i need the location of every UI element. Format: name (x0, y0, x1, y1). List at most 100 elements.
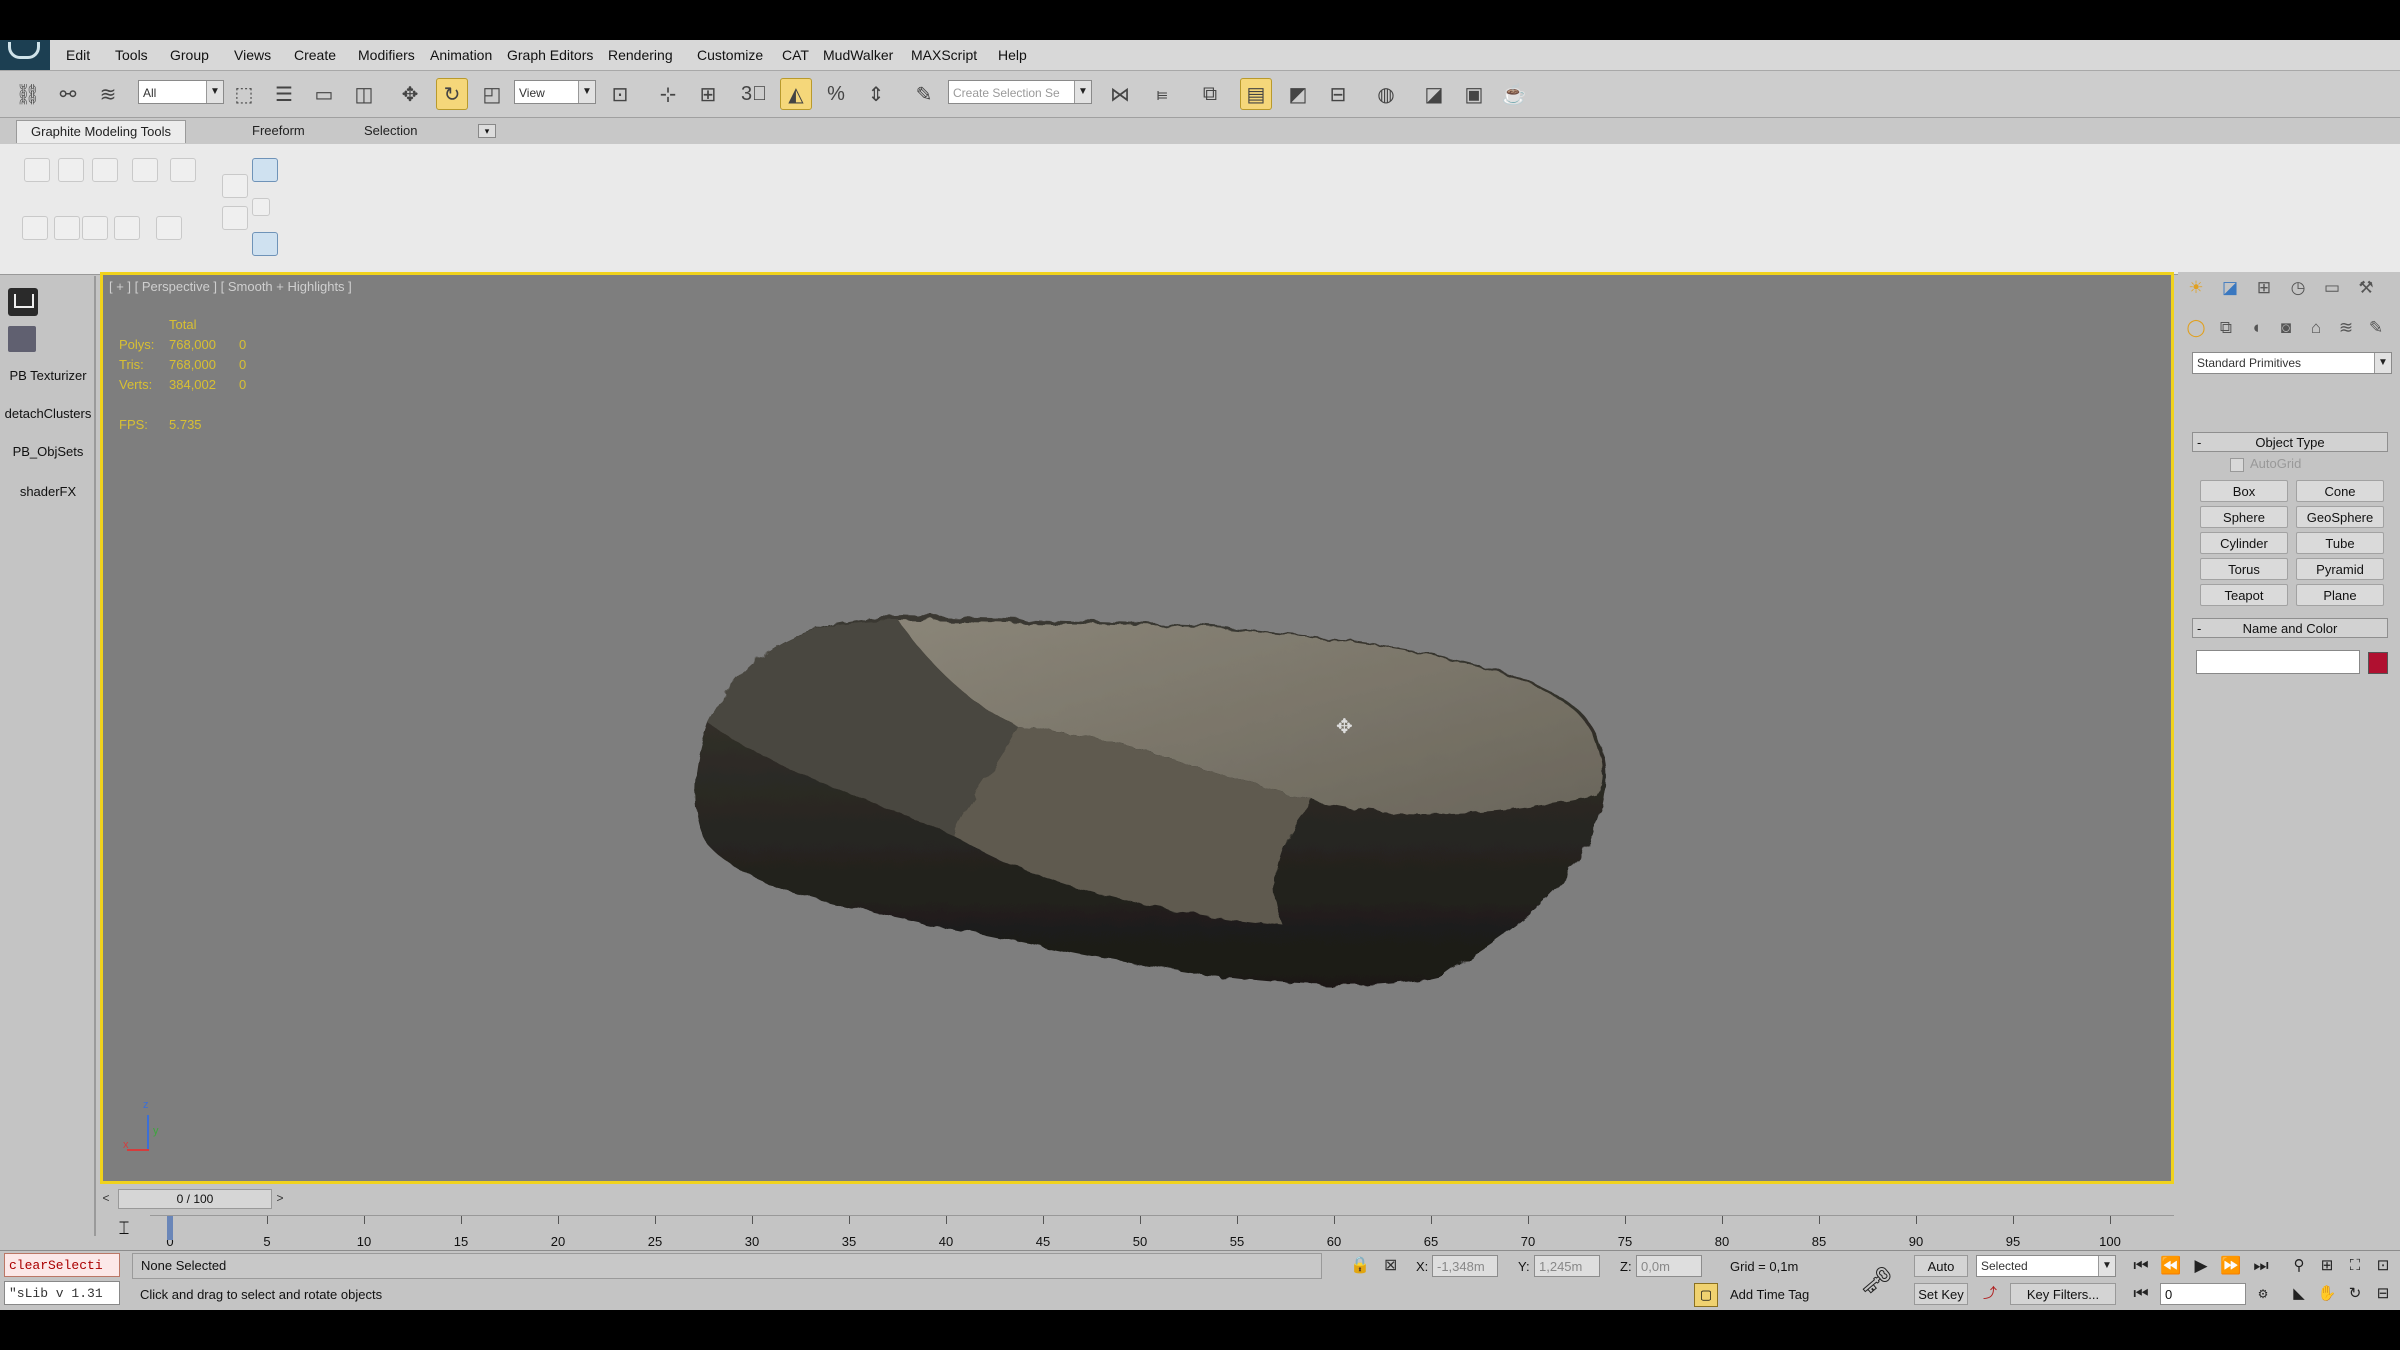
menu-graph-editors[interactable]: Graph Editors (507, 47, 593, 63)
unhide-icon[interactable] (222, 206, 248, 230)
snaps-toggle-icon[interactable]: 3⃝ (738, 78, 770, 110)
object-category-dropdown[interactable]: Standard Primitives ▼ (2192, 352, 2392, 374)
left-item-pb-objsets[interactable]: PB_ObjSets (0, 444, 96, 459)
object-color-swatch[interactable] (2368, 652, 2388, 674)
set-key-mode-icon[interactable]: 🗝 (1860, 1265, 1893, 1296)
vertex-mode-icon[interactable] (24, 158, 50, 182)
previous-frame-icon[interactable]: ⏪ (2158, 1255, 2184, 1277)
perspective-viewport[interactable]: [ + ] [ Perspective ] [ Smooth + Highlig… (100, 272, 2174, 1184)
menu-cat[interactable]: CAT (782, 47, 809, 63)
object-type-rollout-header[interactable]: - Object Type (2192, 432, 2388, 452)
go-to-end-icon[interactable]: ⏭ (2248, 1255, 2274, 1277)
tab-selection[interactable]: Selection (350, 120, 431, 142)
time-slider-thumb[interactable]: 0 / 100 (118, 1189, 272, 1209)
current-frame-marker[interactable] (167, 1216, 173, 1240)
next-frame-icon[interactable]: ⏩ (2218, 1255, 2244, 1277)
field-of-view-icon[interactable]: ◣ (2286, 1283, 2312, 1305)
key-filters-button[interactable]: Key Filters... (2010, 1283, 2116, 1305)
menu-tools[interactable]: Tools (115, 47, 148, 63)
maxscript-listener-input[interactable]: clearSelecti (4, 1253, 120, 1277)
cylinder-button[interactable]: Cylinder (2200, 532, 2288, 554)
object-name-input[interactable] (2196, 650, 2360, 674)
rendered-frame-window-icon[interactable]: ▣ (1458, 78, 1490, 110)
pan-view-icon[interactable]: ✋ (2314, 1283, 2340, 1305)
select-and-rotate-icon[interactable]: ↻ (436, 78, 468, 110)
torus-button[interactable]: Torus (2200, 558, 2288, 580)
create-tab-icon[interactable]: ☀ (2184, 276, 2208, 300)
edit-named-selection-icon[interactable]: ✎ (908, 78, 940, 110)
window-crossing-icon[interactable]: ◫ (348, 78, 380, 110)
loop-icon[interactable] (114, 216, 140, 240)
menu-views[interactable]: Views (234, 47, 271, 63)
material-editor-icon[interactable]: ◍ (1370, 78, 1402, 110)
play-icon[interactable]: ▶ (2188, 1255, 2214, 1277)
display-tab-icon[interactable]: ▭ (2320, 276, 2344, 300)
orbit-icon[interactable]: ↻ (2342, 1283, 2368, 1305)
cone-button[interactable]: Cone (2296, 480, 2384, 502)
key-mode-dropdown[interactable]: Selected ▼ (1976, 1255, 2116, 1277)
time-tag-icon[interactable]: ▢ (1694, 1283, 1718, 1307)
autogrid-checkbox[interactable] (2230, 458, 2244, 472)
geometry-icon[interactable]: ◯ (2184, 316, 2208, 340)
z-coordinate-field[interactable]: 0,0m (1636, 1255, 1702, 1277)
tab-freeform[interactable]: Freeform (238, 120, 319, 142)
named-selection-dropdown[interactable]: Create Selection Se ▼ (948, 80, 1092, 104)
name-and-color-rollout-header[interactable]: - Name and Color (2192, 618, 2388, 638)
align-icon[interactable]: ⫢ (1146, 78, 1178, 110)
shapes-icon[interactable]: ⧉ (2214, 316, 2238, 340)
tab-graphite-modeling-tools[interactable]: Graphite Modeling Tools (16, 120, 186, 143)
zoom-icon[interactable]: ⚲ (2286, 1255, 2312, 1277)
hide-icon[interactable] (222, 174, 248, 198)
current-frame-field[interactable]: 0 (2160, 1283, 2246, 1305)
border-mode-icon[interactable] (92, 158, 118, 182)
space-warps-icon[interactable]: ≋ (2334, 316, 2358, 340)
shrink-icon[interactable] (82, 216, 108, 240)
systems-icon[interactable]: ✎ (2364, 316, 2388, 340)
select-object-icon[interactable]: ⬚ (228, 78, 260, 110)
menu-maxscript[interactable]: MAXScript (911, 47, 977, 63)
set-key-button[interactable]: Set Key (1914, 1283, 1968, 1305)
application-logo-icon[interactable] (0, 40, 50, 70)
helpers-icon[interactable]: ⌂ (2304, 316, 2328, 340)
pin-icon[interactable] (252, 198, 270, 216)
select-and-move-icon[interactable]: ✥ (394, 78, 426, 110)
select-and-link-icon[interactable]: ⛓ (12, 78, 44, 110)
menu-modifiers[interactable]: Modifiers (358, 47, 415, 63)
mini-curve-editor-icon[interactable]: ⌶ (110, 1218, 138, 1242)
y-coordinate-field[interactable]: 1,245m (1534, 1255, 1600, 1277)
track-bar[interactable]: 0 5 10 15 20 25 30 35 40 45 50 55 60 65 70 75 80 85 90 95 10… (150, 1215, 2174, 1252)
curve-editor-icon[interactable]: ◩ (1282, 78, 1314, 110)
polygon-mode-icon[interactable] (132, 158, 158, 182)
menu-group[interactable]: Group (170, 47, 209, 63)
save-script-icon[interactable] (8, 326, 36, 352)
rectangular-selection-icon[interactable]: ▭ (308, 78, 340, 110)
x-coordinate-field[interactable]: -1,348m (1432, 1255, 1498, 1277)
menu-create[interactable]: Create (294, 47, 336, 63)
reference-coordinate-dropdown[interactable]: View ▼ (514, 80, 596, 104)
lights-icon[interactable]: ◖ (2244, 316, 2268, 340)
key-mode-toggle-icon[interactable]: ⏮ (2128, 1283, 2154, 1305)
pyramid-button[interactable]: Pyramid (2296, 558, 2384, 580)
select-by-name-icon[interactable]: ☰ (268, 78, 300, 110)
angle-snap-icon[interactable]: ◭ (780, 78, 812, 110)
teapot-button[interactable]: Teapot (2200, 584, 2288, 606)
keyboard-shortcut-override-icon[interactable]: ⊞ (692, 78, 724, 110)
grow-icon[interactable] (54, 216, 80, 240)
preserve-uvs-icon[interactable] (22, 216, 48, 240)
geosphere-button[interactable]: GeoSphere (2296, 506, 2384, 528)
box-button[interactable]: Box (2200, 480, 2288, 502)
default-tangents-icon[interactable]: ⤴ (1980, 1283, 2000, 1305)
schematic-view-icon[interactable]: ⊟ (1322, 78, 1354, 110)
hierarchy-tab-icon[interactable]: ⊞ (2252, 276, 2276, 300)
add-time-tag-button[interactable]: Add Time Tag (1730, 1287, 1809, 1302)
selection-filter-dropdown[interactable]: All ▼ (138, 80, 224, 104)
left-item-shaderfx[interactable]: shaderFX (0, 484, 96, 499)
zoom-extents-icon[interactable]: ⛶ (2342, 1255, 2368, 1277)
utilities-tab-icon[interactable]: ⚒ (2354, 276, 2378, 300)
mirror-icon[interactable]: ⋈ (1104, 78, 1136, 110)
menu-animation[interactable]: Animation (430, 47, 492, 63)
sphere-button[interactable]: Sphere (2200, 506, 2288, 528)
selection-lock-icon[interactable]: 🔒 (1350, 1255, 1370, 1275)
left-item-pb-texturizer[interactable]: PB Texturizer (0, 368, 96, 383)
left-item-detach-clusters[interactable]: detachClusters (0, 406, 96, 421)
